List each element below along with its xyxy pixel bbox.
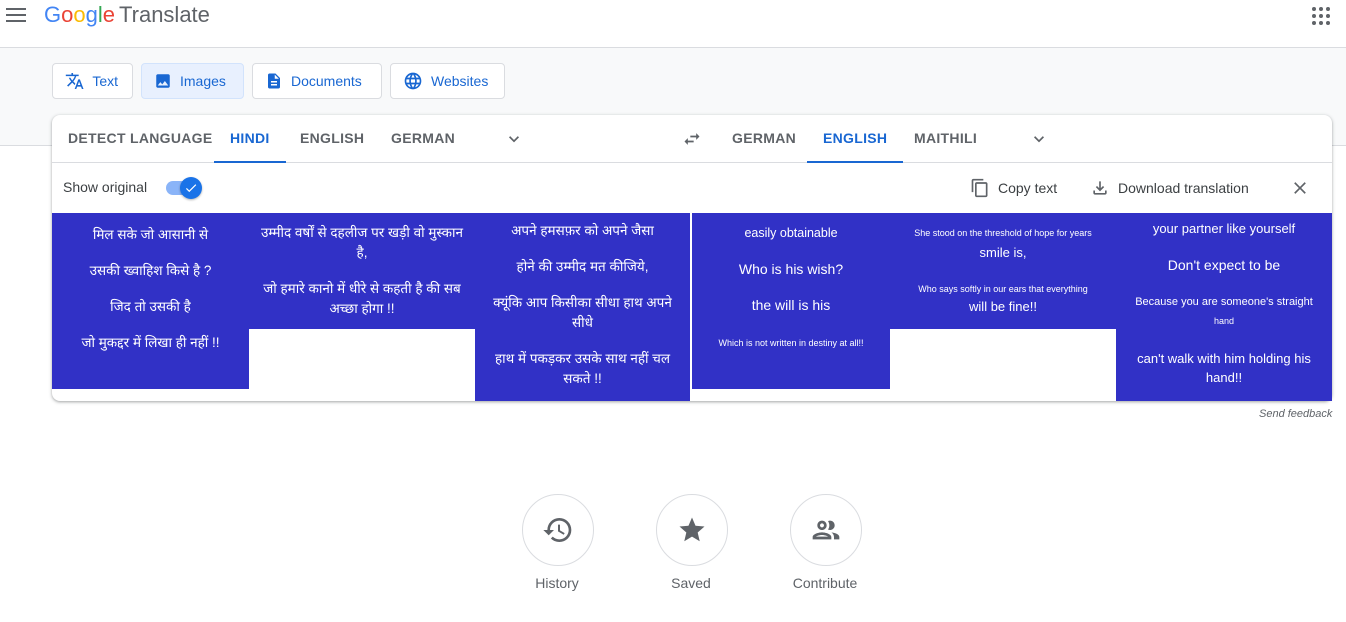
original-text-line: जो हमारे कानो में धीरे से कहती है की सब … xyxy=(263,281,461,316)
copy-text-button[interactable]: Copy text xyxy=(970,176,1057,200)
translated-text-line: easily obtainable xyxy=(744,226,838,240)
logo-letter: o xyxy=(73,2,86,27)
documents-mode-button[interactable]: Documents xyxy=(252,63,382,99)
document-icon xyxy=(268,73,280,89)
original-text-line: होने की उम्मीद मत कीजिये, xyxy=(516,259,649,274)
tab-detect-language[interactable]: DETECT LANGUAGE xyxy=(52,115,229,163)
show-original-toggle[interactable] xyxy=(166,176,204,200)
google-apps-icon[interactable] xyxy=(1312,7,1330,25)
logo-letter: o xyxy=(61,2,74,27)
text-mode-button[interactable]: Text xyxy=(52,63,133,99)
translated-image-block-1: easily obtainable Who is his wish? the w… xyxy=(692,213,890,389)
send-feedback-link[interactable]: Send feedback xyxy=(1259,408,1332,420)
copy-text-label: Copy text xyxy=(998,180,1058,196)
images-mode-label: Images xyxy=(180,73,226,89)
product-name: Translate xyxy=(119,2,210,27)
globe-icon xyxy=(404,72,422,90)
tab-source-hindi[interactable]: HINDI xyxy=(214,115,286,163)
logo-letter: g xyxy=(85,2,98,27)
check-icon xyxy=(185,184,197,193)
translated-text-line: She stood on the threshold of hope for y… xyxy=(914,228,1092,238)
contribute-button[interactable] xyxy=(790,494,862,566)
translated-text-line: your partner like yourself xyxy=(1152,221,1296,236)
translated-text-line: Don't expect to be xyxy=(1167,257,1281,273)
tab-source-english[interactable]: ENGLISH xyxy=(284,115,380,163)
original-text-line: उसकी ख्वाहिश किसे है ? xyxy=(89,263,212,278)
people-icon xyxy=(812,520,840,540)
google-translate-logo[interactable]: Google Translate xyxy=(44,2,210,28)
original-text-line: मिल सके जो आसानी से xyxy=(92,227,209,242)
history-icon xyxy=(543,518,572,542)
original-image-block-2: उम्मीद वर्षों से दहलीज पर खड़ी वो मुस्का… xyxy=(249,213,475,329)
download-translation-button[interactable]: Download translation xyxy=(1090,176,1249,200)
history-label: History xyxy=(535,575,579,591)
logo-letter: G xyxy=(44,2,62,27)
websites-mode-button[interactable]: Websites xyxy=(390,63,505,99)
translated-text-line: can't walk with him holding his hand!! xyxy=(1137,351,1311,385)
show-original-label: Show original xyxy=(63,179,148,195)
original-text-line: अपने हमसफ़र को अपने जैसा xyxy=(511,223,654,238)
app-header: Google Translate xyxy=(0,0,1346,48)
language-bar: DETECT LANGUAGE HINDI ENGLISH GERMAN GER… xyxy=(52,115,1332,163)
tab-target-german[interactable]: GERMAN xyxy=(716,115,812,163)
logo-letter: e xyxy=(102,2,116,27)
original-text-line: क्यूंकि आप किसीका सीधा हाथ अपने सीधे xyxy=(493,295,672,330)
translated-text-line: Who says softly in our ears that everyth… xyxy=(918,284,1088,294)
original-text-line: हाथ में पकड़कर उसके साथ नहीं चल सकते !! xyxy=(494,351,671,386)
image-icon xyxy=(156,74,170,88)
image-translation-area: मिल सके जो आसानी से उसकी ख्वाहिश किसे है… xyxy=(52,213,1332,401)
original-text-line: जो मुकद्दर में लिखा ही नहीं !! xyxy=(81,335,220,350)
image-toolbar: Show original Copy text Download transla… xyxy=(52,164,1332,212)
original-image-block-1: मिल सके जो आसानी से उसकी ख्वाहिश किसे है… xyxy=(52,213,249,389)
original-text-line: उम्मीद वर्षों से दहलीज पर खड़ी वो मुस्का… xyxy=(261,225,463,260)
tab-target-maithili[interactable]: MAITHILI xyxy=(898,115,993,163)
saved-label: Saved xyxy=(671,575,711,591)
target-more-languages-icon[interactable] xyxy=(1029,129,1049,149)
source-more-languages-icon[interactable] xyxy=(504,129,524,149)
translated-text-line: Which is not written in destiny at all!! xyxy=(718,338,864,348)
main-menu-icon[interactable] xyxy=(6,5,26,25)
translated-image-block-2: She stood on the threshold of hope for y… xyxy=(890,213,1116,329)
copy-icon xyxy=(971,178,988,198)
tab-target-english[interactable]: ENGLISH xyxy=(807,115,904,163)
saved-button[interactable] xyxy=(656,494,728,566)
images-mode-button[interactable]: Images xyxy=(141,63,244,99)
translated-text-line: Because you are someone's straight xyxy=(1135,296,1313,308)
tab-source-german[interactable]: GERMAN xyxy=(375,115,471,163)
download-translation-label: Download translation xyxy=(1118,180,1249,196)
translated-text-line: the will is his xyxy=(751,297,831,313)
websites-mode-label: Websites xyxy=(431,73,489,89)
translated-text-line: Who is his wish? xyxy=(738,261,844,277)
original-text-line: जिद तो उसकी है xyxy=(110,299,191,314)
history-button[interactable] xyxy=(522,494,594,566)
translated-text-line: will be fine!! xyxy=(969,299,1037,314)
translate-icon xyxy=(65,72,84,90)
contribute-label: Contribute xyxy=(792,575,858,591)
text-mode-label: Text xyxy=(92,73,118,89)
original-image-block-3: अपने हमसफ़र को अपने जैसा होने की उम्मीद … xyxy=(475,213,690,401)
translated-image-block-3: your partner like yourself Don't expect … xyxy=(1116,213,1332,401)
close-icon[interactable] xyxy=(1290,178,1310,198)
download-icon xyxy=(1093,181,1107,195)
documents-mode-label: Documents xyxy=(291,73,362,89)
translate-card: DETECT LANGUAGE HINDI ENGLISH GERMAN GER… xyxy=(52,115,1332,401)
translated-text-line: hand xyxy=(1213,316,1235,326)
swap-languages-icon[interactable] xyxy=(680,129,704,149)
translated-text-line: smile is, xyxy=(979,245,1027,260)
star-icon xyxy=(679,517,705,542)
